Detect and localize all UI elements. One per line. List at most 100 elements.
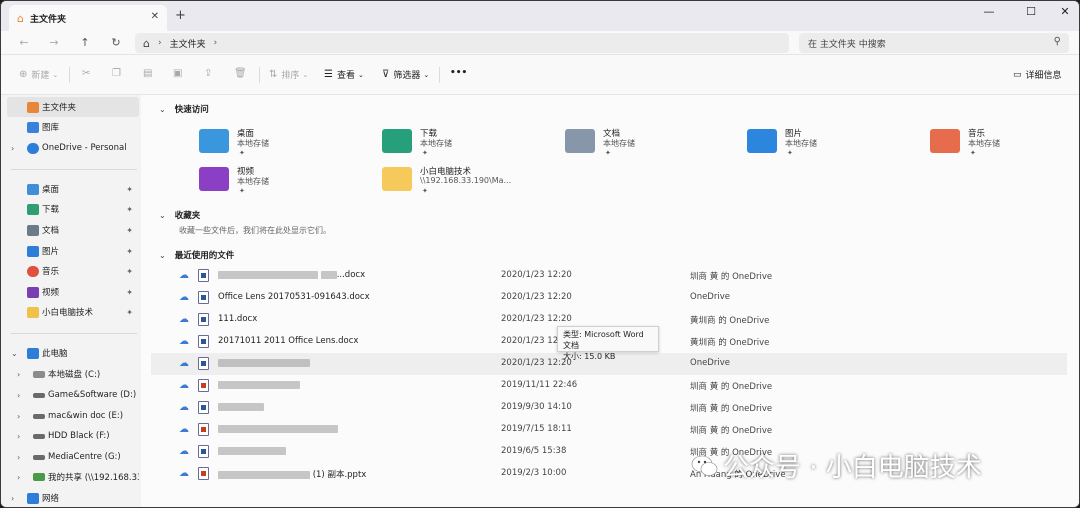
more-options-button[interactable]: ••• [450, 68, 467, 78]
chevron-down-icon[interactable]: ⌄ [159, 251, 166, 260]
quick-item-music[interactable]: 音乐 本地存储 ✦ [930, 127, 1079, 163]
breadcrumb-home[interactable]: 主文件夹 [170, 37, 206, 50]
details-icon: ▭ [1013, 69, 1022, 80]
scissors-icon: ✂ [82, 68, 91, 79]
pin-icon[interactable]: ✦ [126, 205, 133, 214]
pin-icon[interactable]: ✦ [126, 288, 133, 297]
sidebar-item-label: OneDrive - Personal [42, 143, 127, 153]
navigation-pane: 主文件夹 图库 › OneDrive - Personal 桌面 ✦ 下载 ✦ 文档 ✦… [1, 95, 141, 507]
quick-item-xiaobai[interactable]: 小白电脑技术 \\192.168.33.190\Ma... ✦ [382, 165, 560, 201]
rename-button[interactable]: ▣ [173, 68, 186, 79]
share-button[interactable]: ⇪ [204, 68, 216, 79]
search-icon[interactable]: ⚲ [1054, 36, 1061, 47]
quick-item-documents[interactable]: 文档 本地存储 ✦ [565, 127, 743, 163]
pin-icon[interactable]: ✦ [126, 226, 133, 235]
recent-row[interactable]: ☁ Office Lens 20170531-091643.docx 2020/1/… [151, 287, 1067, 309]
chevron-down-icon[interactable]: ⌄ [159, 211, 166, 220]
chevron-right-icon[interactable]: › [17, 412, 20, 421]
details-pane-button[interactable]: ▭ 详细信息 [1013, 68, 1062, 82]
sidebar-item-drive-c[interactable]: › 本地磁盘 (C:) [7, 364, 139, 384]
delete-button[interactable]: 🗑 [234, 68, 251, 79]
breadcrumb-chevron-icon[interactable]: › [158, 38, 162, 48]
back-button[interactable]: ← [17, 36, 31, 49]
chevron-right-icon[interactable]: › [17, 473, 20, 482]
maximize-button[interactable]: ☐ [1021, 5, 1041, 18]
divider [259, 67, 260, 83]
sidebar-item-network-share[interactable]: › 我的共享 (\\192.168.33.19 [7, 467, 139, 487]
desktop-icon [27, 183, 39, 195]
sidebar-item-drive-e[interactable]: › mac&win doc (E:) [7, 406, 139, 426]
new-tab-button[interactable]: + [175, 8, 186, 23]
section-quick-access[interactable]: ⌄ 快速访问 [159, 103, 209, 116]
quick-item-downloads[interactable]: 下载 本地存储 ✦ [382, 127, 560, 163]
tab-home[interactable]: ⌂ 主文件夹 ✕ [9, 5, 167, 31]
chevron-right-icon[interactable]: › [17, 391, 20, 400]
sort-button[interactable]: ⇅ 排序 ⌄ [269, 68, 308, 81]
cut-button[interactable]: ✂ [82, 68, 94, 79]
sidebar-item-downloads[interactable]: 下载 ✦ [7, 199, 139, 219]
breadcrumb-chevron-icon[interactable]: › [214, 38, 218, 48]
copy-icon: ❐ [112, 68, 121, 79]
refresh-button[interactable]: ↻ [109, 36, 123, 49]
sidebar-item-onedrive[interactable]: › OneDrive - Personal [7, 138, 139, 158]
sidebar-item-drive-d[interactable]: › Game&Software (D:) [7, 385, 139, 405]
quick-item-videos[interactable]: 视频 本地存储 ✦ [199, 165, 377, 201]
sidebar-item-label: HDD Black (F:) [48, 431, 110, 441]
sidebar-item-desktop[interactable]: 桌面 ✦ [7, 179, 139, 199]
section-recent[interactable]: ⌄ 最近使用的文件 [159, 249, 234, 262]
sidebar-item-drive-f[interactable]: › HDD Black (F:) [7, 426, 139, 446]
forward-button[interactable]: → [47, 36, 61, 49]
chevron-right-icon[interactable]: › [11, 144, 14, 153]
file-location: 圳商 黄 的 OneDrive [690, 404, 773, 414]
section-favorites[interactable]: ⌄ 收藏夹 [159, 209, 200, 222]
recent-row[interactable]: ☁ ...docx 2020/1/23 12:20 圳商 黄 的 OneDrive [151, 265, 1067, 287]
chevron-right-icon[interactable]: › [17, 432, 20, 441]
minimize-button[interactable]: — [979, 5, 999, 18]
sidebar-item-documents[interactable]: 文档 ✦ [7, 220, 139, 240]
recent-row[interactable]: ☁ 2019/7/15 18:11 圳商 黄 的 OneDrive [151, 419, 1067, 441]
chevron-right-icon[interactable]: › [17, 453, 20, 462]
view-button[interactable]: ☰ 查看 ⌄ [324, 68, 364, 81]
favorites-empty-message: 收藏一些文件后，我们将在此处显示它们。 [179, 226, 331, 235]
paste-button[interactable]: ▤ [143, 68, 156, 79]
pin-icon: ✦ [239, 149, 245, 157]
address-bar[interactable]: ⌂ › 主文件夹 › [135, 33, 789, 53]
sidebar-item-music[interactable]: 音乐 ✦ [7, 261, 139, 281]
sidebar-item-gallery[interactable]: 图库 [7, 117, 139, 137]
recent-row[interactable]: ☁ 2019/11/11 22:46 圳商 黄 的 OneDrive [151, 375, 1067, 397]
sidebar-item-xiaobai[interactable]: 小白电脑技术 ✦ [7, 302, 139, 322]
quick-item-pictures[interactable]: 图片 本地存储 ✦ [747, 127, 925, 163]
divider [11, 333, 137, 334]
chevron-down-icon[interactable]: ⌄ [159, 105, 166, 114]
chevron-right-icon[interactable]: › [11, 494, 14, 503]
sidebar-item-label: 主文件夹 [42, 103, 77, 113]
pin-icon[interactable]: ✦ [126, 267, 133, 276]
quick-item-desktop[interactable]: 桌面 本地存储 ✦ [199, 127, 377, 163]
up-button[interactable]: ↑ [78, 36, 92, 49]
copy-button[interactable]: ❐ [112, 68, 125, 79]
pin-icon[interactable]: ✦ [126, 247, 133, 256]
filter-button[interactable]: ⊽ 筛选器 ⌄ [382, 68, 429, 81]
word-file-icon [198, 313, 209, 326]
pin-icon[interactable]: ✦ [126, 185, 133, 194]
sidebar-item-label: 网络 [42, 494, 60, 504]
home-icon[interactable]: ⌂ [143, 37, 150, 50]
sidebar-item-videos[interactable]: 视频 ✦ [7, 282, 139, 302]
sidebar-item-network[interactable]: › 网络 [7, 488, 139, 507]
chevron-down-icon[interactable]: ⌄ [11, 349, 18, 358]
sidebar-item-label: 图库 [42, 123, 60, 133]
close-window-button[interactable]: ✕ [1055, 5, 1075, 18]
search-box[interactable]: 在 主文件夹 中搜索 ⚲ [799, 33, 1069, 53]
navigation-bar: ← → ↑ ↻ ⌂ › 主文件夹 › 在 主文件夹 中搜索 ⚲ [1, 31, 1079, 55]
file-date: 2020/1/23 12:20 [501, 314, 572, 324]
sidebar-item-pictures[interactable]: 图片 ✦ [7, 241, 139, 261]
sidebar-item-home[interactable]: 主文件夹 [7, 97, 139, 117]
chevron-right-icon[interactable]: › [17, 370, 20, 379]
sidebar-item-this-pc[interactable]: ⌄ 此电脑 [7, 343, 139, 363]
close-tab-icon[interactable]: ✕ [151, 11, 159, 22]
recent-row[interactable]: ☁ 2019/9/30 14:10 圳商 黄 的 OneDrive [151, 397, 1067, 419]
redacted-text [218, 270, 318, 279]
new-button[interactable]: ⊕ 新建 ⌄ [19, 68, 58, 81]
sidebar-item-drive-g[interactable]: › MediaCentre (G:) [7, 447, 139, 467]
pin-icon[interactable]: ✦ [126, 308, 133, 317]
